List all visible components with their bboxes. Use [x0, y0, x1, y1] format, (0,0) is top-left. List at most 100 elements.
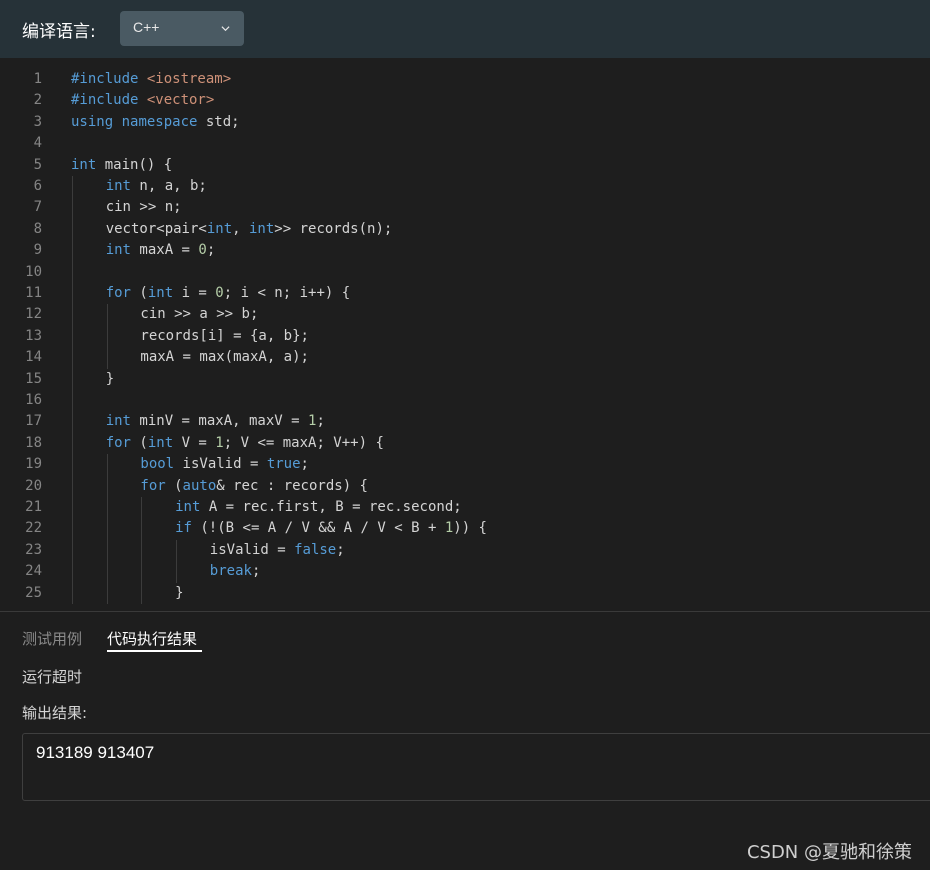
- line-number: 10: [25, 263, 42, 280]
- line-number: 3: [33, 113, 42, 130]
- code-line: 22 if (!(B <= A / V && A / V < B + 1)) {: [0, 518, 930, 540]
- code-line: 17 int minV = maxA, maxV = 1;: [0, 411, 930, 433]
- top-bar: 编译语言: C++: [0, 0, 930, 58]
- language-label: 编译语言:: [22, 22, 96, 42]
- code-text: for (auto& rec : records) {: [140, 477, 368, 494]
- code-text: bool isValid = true;: [140, 456, 309, 473]
- indent-guide: [72, 218, 73, 241]
- line-number: 22: [25, 520, 42, 537]
- indent-guide: [72, 304, 73, 326]
- indent-guide: [106, 475, 108, 497]
- code-line: 6 int n, a, b;: [0, 176, 930, 198]
- code-text: vector<pair<int, int>> records(n);: [105, 220, 393, 237]
- indent-guide: [106, 497, 108, 519]
- indent-guide: [106, 325, 108, 348]
- indent-guide: [72, 240, 73, 262]
- code-line: 16: [0, 390, 930, 412]
- indent-guide: [72, 518, 73, 540]
- code-line: 25}: [0, 582, 930, 604]
- indent-guide: [176, 539, 178, 562]
- code-line: 15}: [0, 368, 930, 390]
- code-text: break;: [209, 563, 261, 580]
- code-text: #include <vector>: [71, 92, 215, 109]
- line-number: 25: [25, 584, 42, 601]
- line-number: 18: [25, 434, 42, 451]
- code-text: int main() {: [71, 156, 173, 173]
- code-text: for (int i = 0; i < n; i++) {: [105, 285, 351, 301]
- indent-guide: [106, 518, 108, 540]
- line-number: 21: [25, 499, 42, 515]
- indent-guide: [141, 518, 143, 540]
- indent-guide: [72, 539, 73, 562]
- indent-guide: [72, 454, 73, 476]
- indent-guide: [141, 497, 143, 519]
- code-line: 11 for (int i = 0; i < n; i++) {: [0, 283, 930, 305]
- code-text: maxA = max(maxA, a);: [140, 349, 309, 366]
- code-line: 23 isValid = false;: [0, 539, 930, 562]
- code-line: 9 int maxA = 0;: [0, 240, 930, 262]
- code-line: 24 break;: [0, 561, 930, 583]
- indent-guide: [141, 561, 143, 583]
- line-number: 23: [25, 541, 42, 558]
- code-line: 13 records[i] = {a, b};: [0, 325, 930, 348]
- line-number: 5: [33, 156, 42, 173]
- indent-guide: [176, 561, 178, 583]
- line-number: 17: [25, 413, 42, 430]
- line-number: 12: [25, 306, 42, 323]
- indent-guide: [72, 390, 73, 412]
- line-number: 24: [25, 563, 42, 580]
- tab-result[interactable]: 代码执行结果: [107, 628, 197, 649]
- indent-guide: [72, 261, 73, 283]
- code-line: 5 int main() {: [0, 155, 930, 176]
- line-number: 14: [25, 349, 42, 366]
- line-number: 7: [33, 199, 42, 216]
- code-line: 4: [0, 133, 930, 154]
- line-number: 1: [33, 71, 42, 87]
- indent-guide: [72, 197, 73, 219]
- code-text: int A = rec.first, B = rec.second;: [175, 499, 462, 515]
- indent-guide: [141, 582, 143, 604]
- indent-guide: [106, 454, 108, 476]
- indent-guide: [72, 411, 73, 433]
- language-select[interactable]: C++: [120, 11, 244, 46]
- run-status: 运行超时: [22, 668, 83, 686]
- indent-guide: [72, 325, 73, 348]
- code-text: for (int V = 1; V <= maxA; V++) {: [105, 434, 384, 451]
- output-value: 913189 913407: [36, 743, 155, 762]
- code-text: }: [175, 584, 184, 601]
- line-number: 13: [25, 327, 42, 344]
- code-text: int minV = maxA, maxV = 1;: [105, 413, 325, 430]
- code-line: 21 int A = rec.first, B = rec.second;: [0, 497, 930, 519]
- indent-guide: [72, 582, 73, 604]
- indent-guide: [72, 475, 73, 497]
- line-number: 19: [25, 456, 42, 473]
- code-editor[interactable]: 1 #include <iostream> 2 #include <vector> 3 u…: [0, 58, 930, 611]
- code-line: 18 for (int V = 1; V <= maxA; V++) {: [0, 432, 930, 455]
- indent-guide: [72, 283, 73, 305]
- code-text: #include <iostream>: [71, 71, 232, 87]
- indent-guide: [106, 561, 108, 583]
- indent-guide: [72, 176, 73, 198]
- code-line: 3 using namespace std;: [0, 112, 930, 133]
- line-number: 4: [33, 135, 42, 152]
- code-line: 14 maxA = max(maxA, a);: [0, 347, 930, 369]
- code-text: int maxA = 0;: [105, 242, 216, 259]
- indent-guide: [72, 497, 73, 519]
- code-text: if (!(B <= A / V && A / V < B + 1)) {: [175, 520, 487, 537]
- line-number: 9: [33, 242, 42, 259]
- output-box: 913189 913407: [22, 733, 930, 801]
- indent-guide: [72, 561, 73, 583]
- code-text: records[i] = {a, b};: [140, 327, 309, 344]
- code-line: 19 bool isValid = true;: [0, 454, 930, 476]
- indent-guide: [106, 304, 108, 326]
- line-number: 15: [25, 370, 42, 387]
- line-number: 8: [33, 220, 42, 237]
- line-number: 11: [25, 285, 42, 301]
- code-line: 10: [0, 261, 930, 283]
- indent-guide: [141, 539, 143, 562]
- line-number: 2: [33, 92, 42, 109]
- tab-test-cases[interactable]: 测试用例: [22, 628, 82, 649]
- indent-guide: [72, 432, 73, 455]
- line-number: 20: [25, 477, 42, 494]
- line-number: 6: [33, 178, 42, 194]
